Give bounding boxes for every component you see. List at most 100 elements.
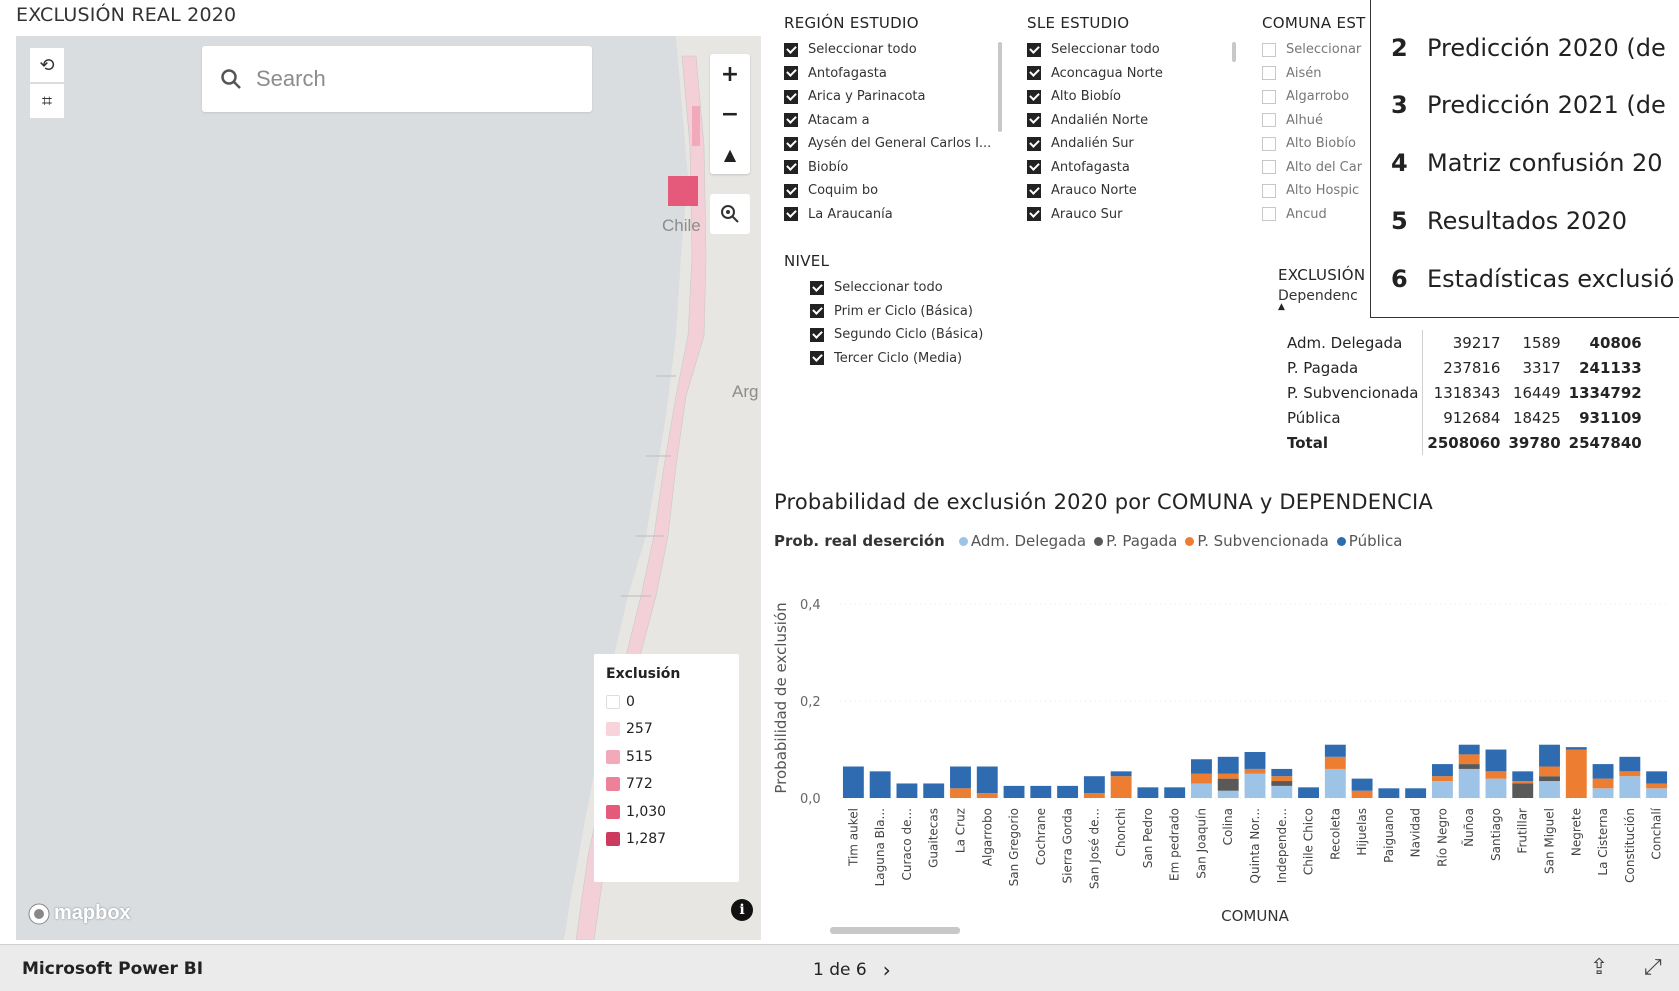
bar-segment-p-subvencionada[interactable] — [1592, 778, 1614, 789]
bar-segment-p-pagada[interactable] — [1539, 776, 1560, 782]
checkbox[interactable] — [810, 327, 824, 342]
bar-segment-p-blica[interactable] — [1405, 788, 1427, 798]
bar-segment-adm-delegada[interactable] — [1217, 790, 1239, 798]
bar-segment-p-blica[interactable] — [896, 783, 918, 798]
bar-segment-p-blica[interactable] — [1003, 785, 1025, 798]
bar-segment-p-blica[interactable] — [1244, 751, 1266, 769]
bar-segment-p-blica[interactable] — [1217, 756, 1239, 774]
checkbox[interactable] — [784, 136, 798, 151]
bar-segment-p-blica[interactable] — [842, 766, 864, 798]
checkbox[interactable] — [784, 89, 798, 104]
checkbox[interactable] — [1027, 42, 1041, 57]
slicer-comuna-item[interactable]: Alto Hospic — [1262, 179, 1370, 203]
slicer-sle-item[interactable]: Andalién Norte — [1027, 109, 1237, 133]
bar-segment-p-pagada[interactable] — [1458, 764, 1480, 769]
choropleth-map[interactable]: Chile Arg ⟲ ⌗ + − ▲ Exclusión 0 257 515 772… — [16, 36, 761, 940]
bar-segment-p-blica[interactable] — [1431, 764, 1453, 777]
checkbox[interactable] — [810, 280, 824, 295]
compass-icon[interactable]: ▲ — [710, 134, 750, 174]
bar-segment-p-blica[interactable] — [1351, 778, 1373, 791]
bar-segment-p-blica[interactable] — [1298, 787, 1319, 798]
bar-segment-adm-delegada[interactable] — [1646, 788, 1668, 798]
bar-segment-p-blica[interactable] — [1191, 759, 1212, 774]
checkbox[interactable] — [784, 42, 798, 57]
chart-legend-item[interactable]: Pública — [1336, 532, 1402, 550]
slicer-region-item[interactable]: Seleccionar todo — [784, 38, 1012, 62]
slicer-sle-item[interactable]: Seleccionar todo — [1027, 38, 1237, 62]
bar-segment-p-blica[interactable] — [1137, 787, 1159, 798]
bar-segment-adm-delegada[interactable] — [1271, 785, 1293, 798]
bar-segment-p-blica[interactable] — [1110, 771, 1132, 777]
slicer-sle-item[interactable]: Antofagasta — [1027, 156, 1237, 180]
bar-segment-p-blica[interactable] — [1539, 744, 1560, 767]
bar-segment-p-subvencionada[interactable] — [1565, 749, 1587, 798]
slicer-comuna-item[interactable]: Alto del Car — [1262, 156, 1370, 180]
slicer-comuna-item[interactable]: Alhué — [1262, 109, 1370, 133]
nav-item-page-1[interactable]: 1 Exclusión real 2020 — [1391, 0, 1662, 4]
stacked-bar-chart[interactable]: Probabilidad de exclusión 0,0 0,2 0,4 Tim au… — [770, 570, 1679, 935]
share-icon[interactable]: ⇪ — [1590, 955, 1608, 980]
bar-segment-p-subvencionada[interactable] — [1110, 776, 1132, 798]
chart-legend-item[interactable]: P. Subvencionada — [1185, 532, 1329, 550]
slicer-region-item[interactable]: La Araucanía — [784, 203, 1012, 227]
bar-segment-p-subvencionada[interactable] — [1271, 776, 1293, 782]
bar-segment-p-blica[interactable] — [1030, 785, 1052, 798]
bar-segment-p-subvencionada[interactable] — [1191, 773, 1212, 784]
slicer-region-scrollbar[interactable] — [998, 42, 1002, 132]
bar-segment-p-subvencionada[interactable] — [1324, 756, 1346, 769]
bar-segment-p-blica[interactable] — [923, 783, 945, 798]
bar-segment-p-blica[interactable] — [1592, 764, 1614, 779]
bar-segment-p-blica[interactable] — [1083, 776, 1105, 794]
slicer-nivel-item[interactable]: Tercer Ciclo (Media) — [810, 347, 1024, 371]
bar-segment-p-subvencionada[interactable] — [1512, 781, 1534, 784]
bar-segment-p-blica[interactable] — [1271, 768, 1293, 777]
bar-segment-adm-delegada[interactable] — [1191, 783, 1212, 798]
chart-legend-item[interactable]: P. Pagada — [1094, 532, 1177, 550]
checkbox[interactable] — [784, 183, 798, 198]
bar-segment-p-blica[interactable] — [1512, 771, 1534, 782]
slicer-comuna-item[interactable]: Alto Biobío — [1262, 132, 1370, 156]
chart-scrollbar[interactable] — [830, 927, 960, 934]
checkbox[interactable] — [810, 351, 824, 366]
bar-segment-p-subvencionada[interactable] — [1083, 793, 1105, 798]
checkbox[interactable] — [784, 66, 798, 81]
bar-segment-p-subvencionada[interactable] — [1539, 766, 1560, 777]
slicer-sle-item[interactable]: Arauco Norte — [1027, 179, 1237, 203]
bar-segment-p-subvencionada[interactable] — [1485, 771, 1507, 779]
slicer-sle-item[interactable]: Alto Biobío — [1027, 85, 1237, 109]
bar-segment-p-pagada[interactable] — [1217, 778, 1239, 791]
bar-segment-adm-delegada[interactable] — [1458, 768, 1480, 798]
map-search-input[interactable] — [256, 66, 556, 92]
slicer-region-item[interactable]: Biobío — [784, 156, 1012, 180]
bar-segment-adm-delegada[interactable] — [1485, 778, 1507, 798]
bar-segment-p-blica[interactable] — [1164, 787, 1186, 798]
bar-segment-p-pagada[interactable] — [1512, 783, 1534, 798]
slicer-region-item[interactable]: Aysén del General Carlos I... — [784, 132, 1012, 156]
bar-segment-p-blica[interactable] — [950, 766, 971, 789]
info-icon[interactable]: i — [731, 899, 753, 921]
bar-segment-adm-delegada[interactable] — [1619, 776, 1641, 798]
checkbox[interactable] — [1262, 89, 1276, 104]
bar-segment-p-subvencionada[interactable] — [1646, 783, 1668, 789]
checkbox[interactable] — [1262, 183, 1276, 198]
rect-select-icon[interactable]: ⌗ — [30, 84, 64, 118]
slicer-comuna-item[interactable]: Seleccionar — [1262, 38, 1370, 62]
bar-segment-p-pagada[interactable] — [1271, 781, 1293, 786]
checkbox[interactable] — [1027, 89, 1041, 104]
checkbox[interactable] — [1027, 183, 1041, 198]
slicer-comuna-item[interactable]: Algarrobo — [1262, 85, 1370, 109]
nav-item-page-5[interactable]: 5 Resultados 2020 — [1391, 207, 1627, 235]
bar-segment-adm-delegada[interactable] — [1592, 788, 1614, 798]
zoom-out-icon[interactable]: − — [710, 94, 750, 134]
bar-segment-p-subvencionada[interactable] — [1244, 768, 1266, 774]
slicer-sle-scrollbar[interactable] — [1232, 42, 1236, 62]
bar-segment-adm-delegada[interactable] — [1431, 781, 1453, 798]
checkbox[interactable] — [1027, 113, 1041, 128]
slicer-nivel-item[interactable]: Segundo Ciclo (Básica) — [810, 323, 1024, 347]
bar-segment-adm-delegada[interactable] — [1244, 773, 1266, 798]
slicer-sle-item[interactable]: Andalién Sur — [1027, 132, 1237, 156]
zoom-in-icon[interactable]: + — [710, 54, 750, 94]
checkbox[interactable] — [1262, 66, 1276, 81]
bar-segment-p-blica[interactable] — [1057, 785, 1079, 798]
next-page-icon[interactable]: › — [883, 958, 891, 982]
